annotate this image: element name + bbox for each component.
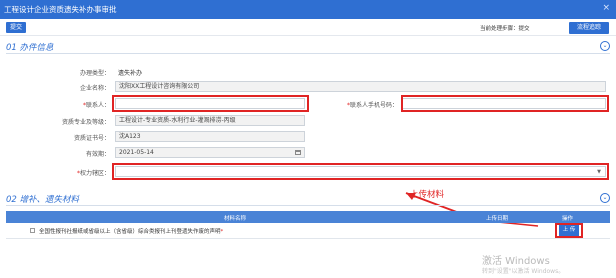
row-valid: 有效期： 2021-05-14 (0, 147, 616, 159)
case-info-form: 办理类型： 遗失补办 企业名称： 沈阳XX工程设计咨询有限公司 *联系人： *联… (0, 56, 616, 182)
header-material-name: 材料名称 (224, 216, 247, 222)
cert-field: 沈A123 (115, 131, 305, 142)
flow-tracking-button[interactable]: 流程追踪 (569, 22, 609, 34)
window-title: 工程设计企业资质遗失补办事审批 (4, 5, 117, 14)
table-row: 全国性报刊社报纸或省级以上（含省级）综合类报刊上刊登遗失作废的声明* 上 传 (6, 223, 610, 239)
type-label: 办理类型： (79, 70, 110, 77)
phone-label: *联系人手机号码： (346, 102, 398, 109)
collapse-chevron-icon[interactable]: ⌄ (600, 193, 610, 203)
company-field: 沈阳XX工程设计咨询有限公司 (115, 81, 606, 92)
section-case-info-title: 01 办件信息 (6, 43, 54, 53)
valid-date-value: 2021-05-14 (119, 149, 154, 156)
current-step-label: 当前处理步骤：提交 (480, 26, 530, 32)
qualification-field: 工程设计-专业资质-水利行业-灌溉排涝-丙级 (115, 115, 305, 126)
collapse-chevron-icon[interactable]: ⌄ (600, 41, 610, 51)
section-materials-title: 02 增补、遗失材料 (6, 195, 80, 205)
company-label: 企业名称： (79, 85, 110, 92)
submit-button[interactable]: 提交 (6, 22, 27, 33)
table-header: 材料名称 上传日期 操作 (6, 211, 610, 223)
highlight-contact (112, 95, 309, 112)
valid-date-field[interactable]: 2021-05-14 (115, 147, 305, 158)
calendar-icon[interactable] (295, 150, 301, 155)
material-name: 全国性报刊社报纸或省级以上（含省级）综合类报刊上刊登遗失作废的声明* (39, 229, 224, 235)
highlight-area (112, 163, 609, 180)
row-cert: 资质证书号： 沈A123 (0, 131, 616, 143)
toolbar: 提交 当前处理步骤：提交 流程追踪 (0, 19, 616, 36)
activation-watermark: 激活 Windows (482, 256, 550, 267)
highlight-phone (401, 95, 609, 112)
qualification-label: 资质专业及等级： (61, 119, 110, 126)
highlight-upload (555, 223, 583, 238)
close-icon[interactable]: × (602, 3, 610, 13)
row-company: 企业名称： 沈阳XX工程设计咨询有限公司 (0, 81, 616, 93)
type-value: 遗失补办 (118, 70, 143, 77)
contact-label: *联系人： (82, 102, 110, 109)
valid-label: 有效期： (85, 151, 110, 158)
activation-watermark-hint: 转到"设置"以激活 Windows。 (482, 268, 565, 275)
area-label: *权力辖区： (76, 170, 110, 177)
section-case-info-header: 01 办件信息 ⌄ (6, 40, 610, 54)
cert-label: 资质证书号： (73, 135, 110, 142)
row-qualification: 资质专业及等级： 工程设计-专业资质-水利行业-灌溉排涝-丙级 (0, 115, 616, 127)
row-type: 办理类型： 遗失补办 (0, 66, 616, 78)
row-checkbox[interactable] (30, 228, 35, 233)
window-titlebar: 工程设计企业资质遗失补办事审批 × (0, 0, 616, 19)
header-action: 操作 (562, 216, 574, 222)
section-materials-header: 02 增补、遗失材料 ⌄ (6, 192, 610, 206)
header-upload-date: 上传日期 (486, 216, 509, 222)
